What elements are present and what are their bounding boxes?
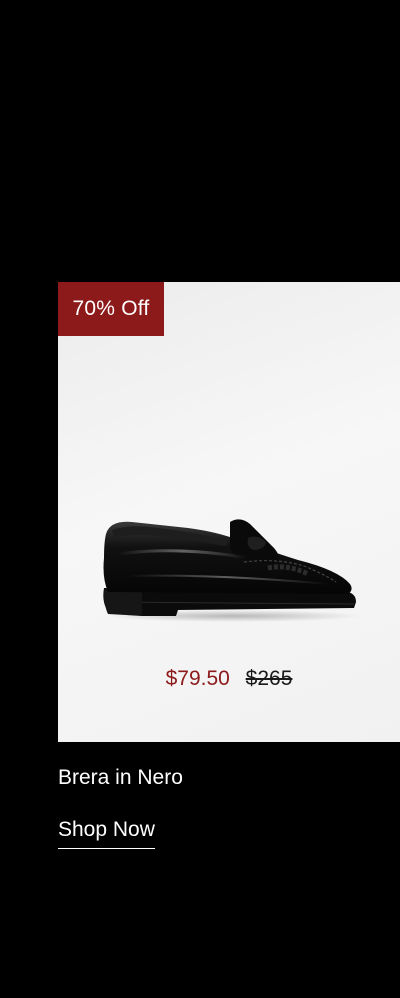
- product-card[interactable]: 70% Off $79.50 $265: [58, 282, 400, 742]
- sale-price: $79.50: [165, 667, 230, 690]
- shop-now-link[interactable]: Shop Now: [58, 816, 155, 849]
- price-row: $79.50 $265: [58, 666, 400, 692]
- product-name[interactable]: Brera in Nero: [58, 764, 183, 792]
- loafer-image[interactable]: [98, 518, 360, 622]
- original-price: $265: [245, 667, 293, 690]
- discount-badge: 70% Off: [58, 282, 164, 336]
